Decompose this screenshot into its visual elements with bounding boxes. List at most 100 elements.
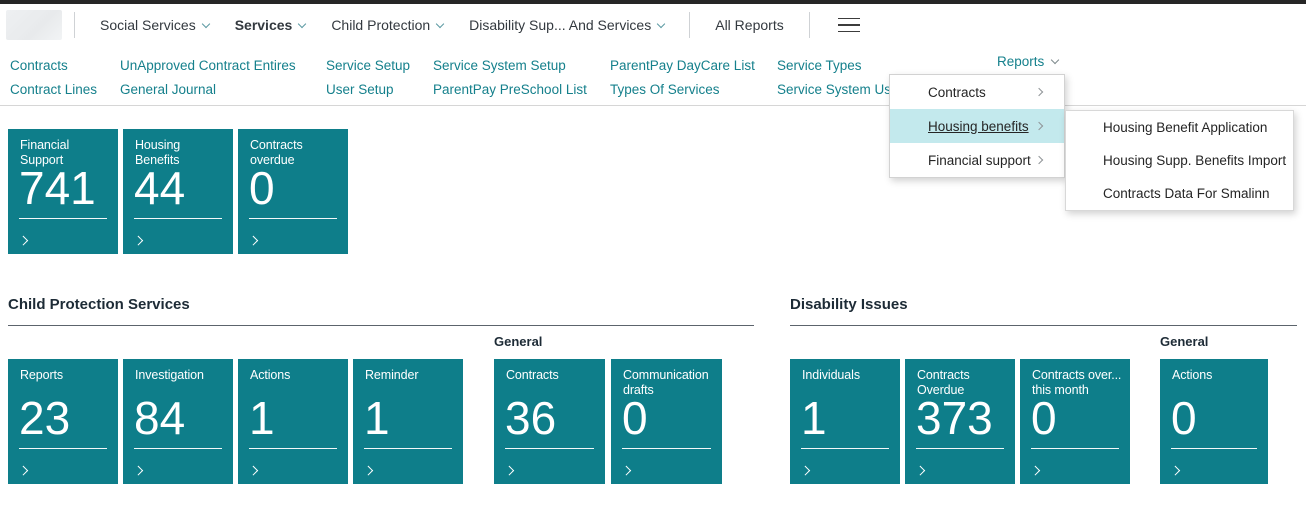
reports-dropdown-menu: Contracts Housing benefits Financial sup… [889, 74, 1065, 178]
chevron-right-icon [1032, 460, 1039, 478]
action-ribbon: Contracts Contract Lines UnApproved Cont… [0, 46, 1306, 106]
tile-divider [249, 218, 337, 219]
tile-divider [364, 448, 452, 449]
submenu-item-housing-supp-benefits-import[interactable]: Housing Supp. Benefits Import [1066, 144, 1293, 177]
reports-menu-trigger[interactable]: Reports [997, 54, 1058, 69]
nav-tab-services[interactable]: Services [222, 17, 319, 33]
cue-tile-actions[interactable]: Actions 1 [238, 359, 348, 484]
tile-value: 1 [801, 391, 827, 445]
chevron-down-icon [298, 19, 306, 27]
chevron-right-icon [623, 460, 630, 478]
tile-value: 44 [134, 161, 185, 215]
chevron-right-icon [1172, 460, 1179, 478]
cue-tile-financial-support[interactable]: Financial Support 741 [8, 129, 118, 254]
nav-tab-label: Services [235, 17, 293, 33]
tile-divider [249, 448, 337, 449]
tile-label: Reminder [353, 359, 463, 383]
cue-tile-contracts[interactable]: Contracts 36 [494, 359, 605, 484]
cue-tile-communication-drafts[interactable]: Communication drafts 0 [611, 359, 722, 484]
chevron-right-icon [802, 460, 809, 478]
cue-tile-contracts-overdue[interactable]: Contracts overdue 0 [238, 129, 348, 254]
menu-item-financial-support[interactable]: Financial support [890, 143, 1064, 177]
ribbon-link-parentpay-preschool-list[interactable]: ParentPay PreSchool List [433, 78, 610, 102]
ribbon-link-parentpay-daycare-list[interactable]: ParentPay DayCare List [610, 54, 777, 78]
app-header: Social Services Services Child Protectio… [0, 4, 1306, 46]
cue-tile-contracts-overdue-this-month[interactable]: Contracts over... this month 0 [1020, 359, 1130, 484]
cue-tile-investigation[interactable]: Investigation 84 [123, 359, 233, 484]
nav-tab-all-reports[interactable]: All Reports [702, 17, 796, 33]
chevron-right-icon [1035, 122, 1043, 130]
cue-tile-actions-disability[interactable]: Actions 0 [1160, 359, 1268, 484]
chevron-right-icon [506, 460, 513, 478]
tile-divider [1171, 448, 1257, 449]
cue-tile-individuals[interactable]: Individuals 1 [790, 359, 900, 484]
divider [689, 12, 690, 38]
disability-general-group: Actions 0 [1160, 359, 1268, 484]
section-title-disability-issues: Disability Issues [790, 296, 908, 313]
menu-item-housing-benefits[interactable]: Housing benefits [890, 109, 1064, 143]
chevron-right-icon [135, 230, 142, 248]
tile-label: Individuals [790, 359, 900, 383]
ribbon-link-general-journal[interactable]: General Journal [120, 78, 326, 102]
chevron-right-icon [1035, 156, 1043, 164]
menu-item-label: Housing benefits [928, 119, 1029, 134]
tile-divider [19, 448, 107, 449]
tile-value: 0 [1171, 391, 1197, 445]
group-label-general: General [494, 334, 542, 349]
ribbon-link-unapproved-contract-entires[interactable]: UnApproved Contract Entires [120, 54, 326, 78]
disability-cue-group: Individuals 1 Contracts Overdue 373 Cont… [790, 359, 1130, 484]
tile-value: 373 [916, 391, 993, 445]
cue-tile-contracts-overdue-disability[interactable]: Contracts Overdue 373 [905, 359, 1015, 484]
tile-value: 36 [505, 391, 556, 445]
nav-tab-disability-sup-and-services[interactable]: Disability Sup... And Services [456, 17, 677, 33]
submenu-item-contracts-data-for-smalinn[interactable]: Contracts Data For Smalinn [1066, 177, 1293, 210]
ribbon-link-service-system-setup[interactable]: Service System Setup [433, 54, 610, 78]
tile-divider [134, 448, 222, 449]
chevron-right-icon [135, 460, 142, 478]
nav-tab-social-services[interactable]: Social Services [87, 17, 222, 33]
cps-cue-group: Reports 23 Investigation 84 Actions 1 Re… [8, 359, 463, 484]
tile-value: 0 [1031, 391, 1057, 445]
app-logo-placeholder [6, 10, 62, 40]
cue-tile-housing-benefits[interactable]: Housing Benefits 44 [123, 129, 233, 254]
chevron-down-icon [657, 19, 665, 27]
tile-divider [134, 218, 222, 219]
chevron-right-icon [917, 460, 924, 478]
nav-tab-label: Disability Sup... And Services [469, 17, 651, 33]
chevron-right-icon [20, 460, 27, 478]
tile-divider [1031, 448, 1119, 449]
tile-label: Actions [1160, 359, 1268, 383]
tile-divider [505, 448, 594, 449]
section-title-child-protection-services: Child Protection Services [8, 296, 190, 313]
ribbon-link-types-of-services[interactable]: Types Of Services [610, 78, 777, 102]
top-cue-group: Financial Support 741 Housing Benefits 4… [8, 129, 348, 254]
tile-divider [801, 448, 889, 449]
tile-value: 1 [364, 391, 390, 445]
ribbon-link-contracts[interactable]: Contracts [10, 54, 120, 78]
tile-label: Reports [8, 359, 118, 383]
ribbon-link-service-setup[interactable]: Service Setup [326, 54, 433, 78]
nav-tab-label: All Reports [715, 17, 783, 33]
nav-tab-child-protection[interactable]: Child Protection [318, 17, 456, 33]
tile-value: 84 [134, 391, 185, 445]
menu-hamburger-icon[interactable] [838, 18, 860, 33]
chevron-right-icon [250, 460, 257, 478]
menu-item-contracts[interactable]: Contracts [890, 75, 1064, 109]
divider [809, 12, 810, 38]
cue-tile-reports[interactable]: Reports 23 [8, 359, 118, 484]
divider [74, 12, 75, 38]
ribbon-link-contract-lines[interactable]: Contract Lines [10, 78, 120, 102]
chevron-down-icon [1051, 56, 1059, 64]
chevron-right-icon [365, 460, 372, 478]
nav-tab-label: Social Services [100, 17, 196, 33]
housing-benefits-submenu: Housing Benefit Application Housing Supp… [1065, 110, 1294, 211]
tile-divider [19, 218, 107, 219]
ribbon-link-user-setup[interactable]: User Setup [326, 78, 433, 102]
reports-menu-label: Reports [997, 54, 1044, 69]
cue-tile-reminder[interactable]: Reminder 1 [353, 359, 463, 484]
tile-divider [622, 448, 711, 449]
tile-label: Investigation [123, 359, 233, 383]
section-underline [8, 325, 754, 326]
tile-label: Actions [238, 359, 348, 383]
submenu-item-housing-benefit-application[interactable]: Housing Benefit Application [1066, 111, 1293, 144]
